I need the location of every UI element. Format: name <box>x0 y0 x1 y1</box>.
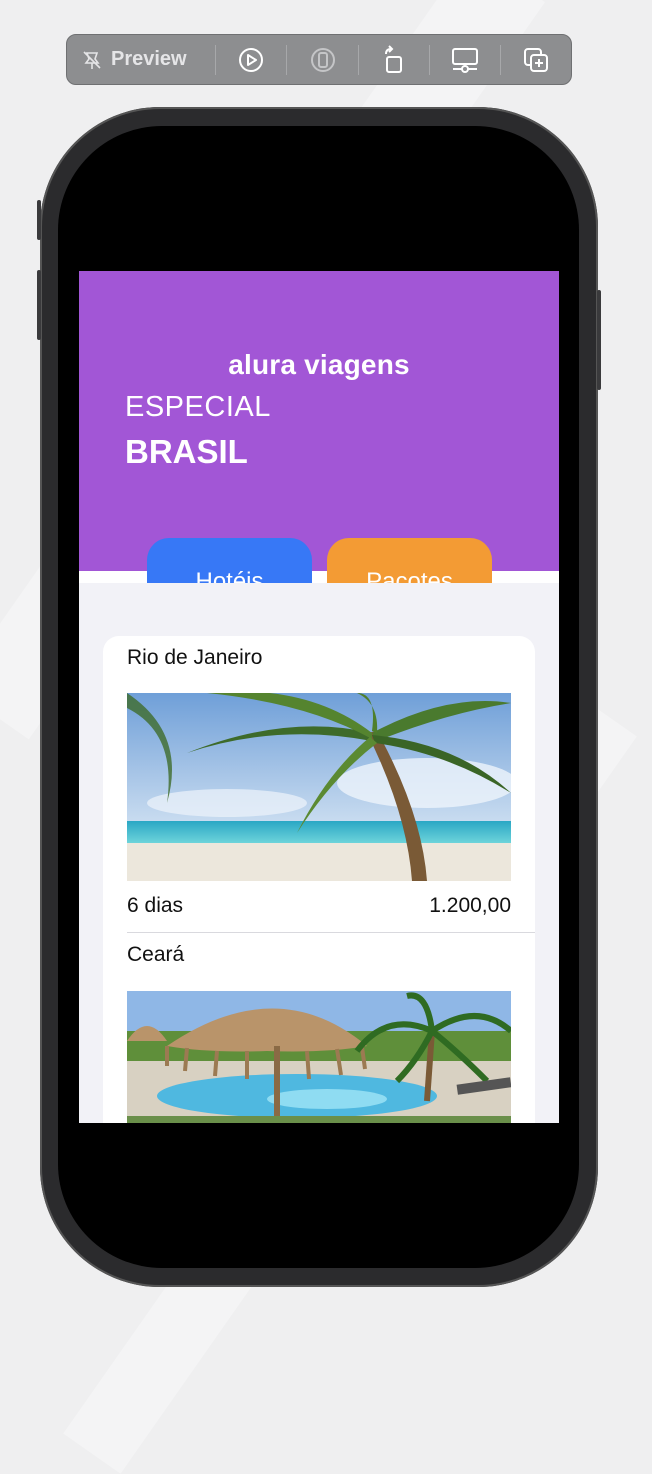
live-preview-button[interactable] <box>216 34 286 85</box>
packages-button-label: Pacotes <box>366 568 453 583</box>
row-separator <box>127 932 535 933</box>
phone-side-button <box>37 200 41 240</box>
rotate-button[interactable] <box>359 34 429 85</box>
tab-buttons-container: Hotéis Pacotes <box>79 271 559 583</box>
destination-name: Ceará <box>127 943 185 966</box>
preview-toggle-button[interactable]: Preview <box>67 48 215 71</box>
preview-toolbar: Preview <box>66 34 572 85</box>
app-screen: alura viagens ESPECIAL BRASIL Hotéis Pac… <box>79 271 559 1123</box>
destination-meta: 6 dias 1.200,00 <box>127 894 511 918</box>
destination-name: Rio de Janeiro <box>127 646 263 669</box>
preview-pin-icon <box>83 50 101 69</box>
phone-side-button <box>37 270 41 340</box>
hotels-button[interactable]: Hotéis <box>147 538 312 583</box>
phone-side-button <box>597 290 601 390</box>
device-icon <box>310 47 335 72</box>
hotels-button-label: Hotéis <box>195 568 264 583</box>
preview-label: Preview <box>111 48 187 70</box>
duplicate-icon <box>523 47 548 72</box>
rotate-icon <box>384 44 402 73</box>
trip-duration: 6 dias <box>127 894 184 917</box>
pool-resort-photo <box>127 991 511 1123</box>
duplicate-button[interactable] <box>501 34 571 85</box>
device-settings-icon <box>451 47 478 73</box>
beach-palm-photo <box>127 693 511 881</box>
destinations-list[interactable]: Rio de Janeiro 6 dias 1.200,00 Ceará <box>103 636 535 1123</box>
device-button[interactable] <box>287 34 357 85</box>
device-settings-button[interactable] <box>430 34 500 85</box>
trip-price: 1.200,00 <box>429 894 511 917</box>
live-play-icon <box>239 47 264 72</box>
packages-button[interactable]: Pacotes <box>327 538 492 583</box>
